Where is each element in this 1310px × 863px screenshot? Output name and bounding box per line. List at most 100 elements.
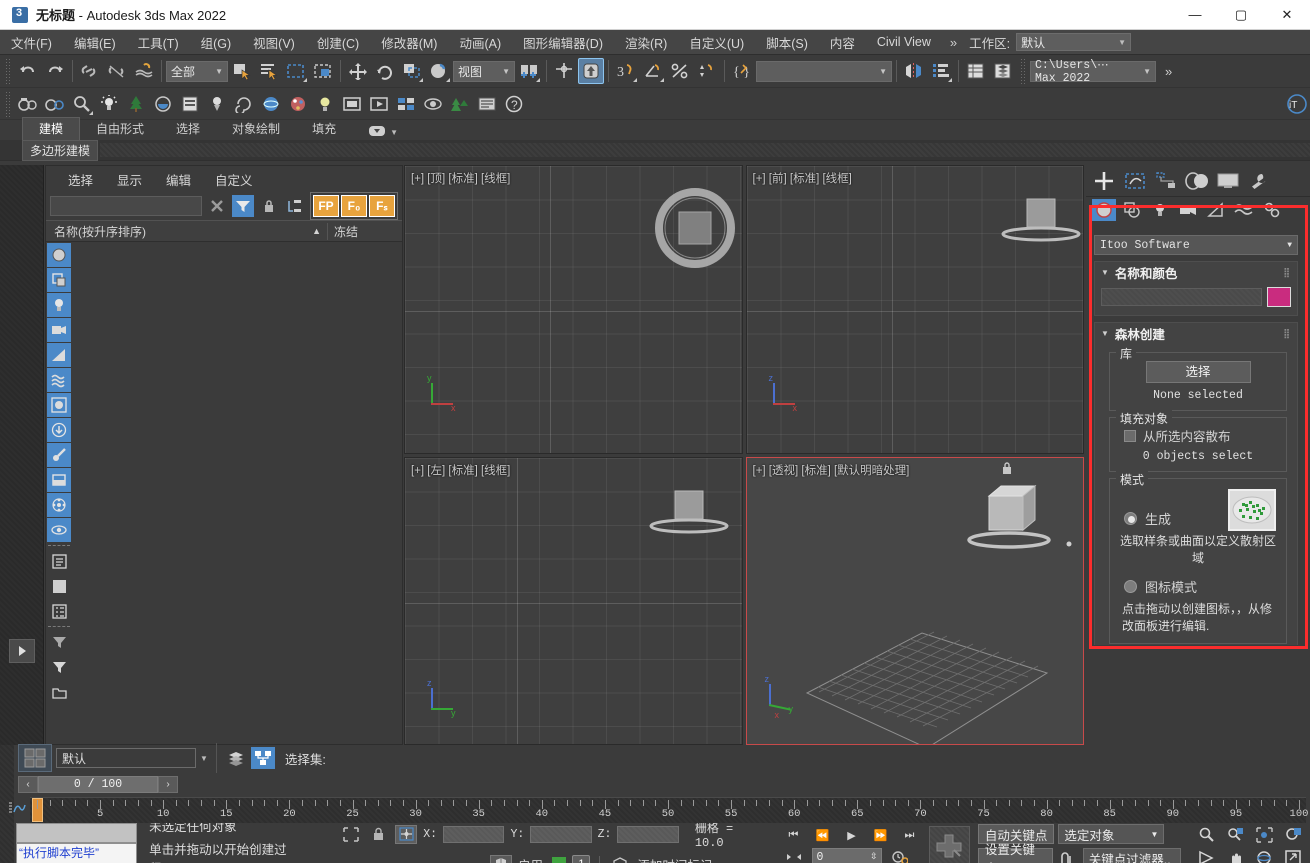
next-frame-button[interactable]: ›	[158, 776, 178, 793]
viewport-left[interactable]: [+] [左] [标准] [线框] z y	[404, 457, 743, 746]
viewport-perspective-label[interactable]: [+] [透视] [标准] [默认明暗处理]	[753, 462, 910, 478]
filter-icon[interactable]	[232, 195, 254, 217]
zoom-extents-all-icon[interactable]	[1282, 825, 1304, 844]
angle-snap-toggle-icon[interactable]	[640, 58, 666, 84]
layers-stack-icon[interactable]	[225, 748, 247, 768]
enable-status-dot[interactable]	[552, 857, 566, 863]
spiral-helper-icon[interactable]	[231, 91, 257, 117]
set-key-big-button[interactable]	[929, 826, 970, 863]
undo-icon[interactable]	[15, 58, 41, 84]
menu-rendering[interactable]: 渲染(R)	[614, 29, 678, 56]
viewport-left-label[interactable]: [+] [左] [标准] [线框]	[411, 462, 510, 478]
rollout-forest-create-header[interactable]: ▼ 森林创建 ⣿	[1095, 323, 1297, 343]
current-layer-combo[interactable]: 默认	[56, 748, 196, 768]
edit-named-selection-sets-icon[interactable]: { }	[729, 58, 755, 84]
prev-key-icon[interactable]: ⏪	[812, 826, 834, 844]
filter-bones-icon[interactable]	[47, 443, 71, 467]
minimize-button[interactable]: —	[1172, 0, 1218, 30]
tree-foliage-icon[interactable]	[123, 91, 149, 117]
close-button[interactable]: ✕	[1264, 0, 1310, 30]
material-editor-icon[interactable]	[150, 91, 176, 117]
rectangular-selection-region-icon[interactable]	[283, 58, 309, 84]
maximize-viewport-icon[interactable]	[1282, 848, 1304, 863]
toolbar-grip-3[interactable]	[5, 91, 11, 117]
tab-hierarchy-icon[interactable]	[1150, 167, 1181, 195]
set-key-button[interactable]: 设置关键点	[978, 848, 1053, 863]
explorer-menu-select[interactable]: 选择	[68, 170, 93, 189]
toggle-scene-explorer-icon[interactable]	[963, 58, 989, 84]
sphere-primitive-icon[interactable]	[258, 91, 284, 117]
explorer-menu-customize[interactable]: 自定义	[215, 170, 253, 189]
menu-create[interactable]: 创建(C)	[306, 29, 370, 56]
play-icon[interactable]: ▶	[841, 826, 863, 844]
curve-editor-icon[interactable]	[8, 801, 26, 818]
zoom-all-icon[interactable]	[1224, 825, 1246, 844]
key-filters-button[interactable]: 关键点过滤器..	[1083, 848, 1181, 863]
color-palette-icon[interactable]	[285, 91, 311, 117]
menu-content[interactable]: 内容	[819, 29, 866, 56]
select-object-icon[interactable]	[229, 58, 255, 84]
filter-groups-icon[interactable]	[47, 393, 71, 417]
menu-edit[interactable]: 编辑(E)	[63, 29, 127, 56]
tab-modify-icon[interactable]	[1119, 167, 1150, 195]
maximize-button[interactable]: ▢	[1218, 0, 1264, 30]
rollout-name-color-header[interactable]: ▼ 名称和颜色 ⣿	[1095, 262, 1297, 282]
filter-all-icon[interactable]	[47, 243, 71, 267]
time-tag-cube-icon[interactable]	[609, 855, 631, 863]
space-warps-category-icon[interactable]	[1232, 199, 1256, 221]
ribbon-display-icon[interactable]	[368, 125, 386, 140]
render-frame-window-icon[interactable]	[42, 91, 68, 117]
clear-search-icon[interactable]	[206, 195, 228, 217]
render-frame-icon[interactable]	[339, 91, 365, 117]
menu-overflow-icon[interactable]: »	[942, 35, 965, 50]
filter-lights-icon[interactable]	[47, 293, 71, 317]
lock-icon[interactable]	[258, 195, 280, 217]
use-pivot-point-center-icon[interactable]	[516, 58, 542, 84]
filter-helpers-icon[interactable]	[47, 343, 71, 367]
ribbon-tab-object-paint[interactable]: 对象绘制	[216, 118, 296, 140]
viewport-front-label[interactable]: [+] [前] [标准] [线框]	[753, 170, 852, 186]
viewport-lock-icon[interactable]	[1001, 462, 1013, 479]
scene-object-list[interactable]	[72, 242, 402, 744]
menu-scripting[interactable]: 脚本(S)	[755, 29, 819, 56]
object-name-input[interactable]	[1101, 288, 1262, 306]
enable-level-badge[interactable]: 1	[572, 855, 590, 863]
absolute-relative-toggle-icon[interactable]	[395, 825, 417, 844]
key-filters-icon[interactable]	[1057, 849, 1079, 863]
mirror-icon[interactable]	[901, 58, 927, 84]
key-target-combo[interactable]: 选定对象 ▼	[1058, 824, 1164, 844]
selection-filter-combo[interactable]: 全部 ▼	[166, 61, 228, 82]
add-time-tag-label[interactable]: 添加时间标记	[637, 855, 712, 863]
zoom-extents-icon[interactable]	[1253, 825, 1275, 844]
ribbon-tab-freeform[interactable]: 自由形式	[80, 118, 160, 140]
menu-file[interactable]: 文件(F)	[0, 29, 63, 56]
object-category-combo[interactable]: Itoo Software ▼	[1094, 235, 1298, 255]
render-production-icon[interactable]	[69, 91, 95, 117]
viewport-front[interactable]: [+] [前] [标准] [线框] z x	[746, 165, 1085, 454]
select-and-manipulate-icon[interactable]	[551, 58, 577, 84]
toolbar-grip-2[interactable]	[1020, 58, 1026, 84]
lights-category-icon[interactable]	[1148, 199, 1172, 221]
go-to-start-icon[interactable]: ⏮	[783, 826, 805, 844]
filter-xrefs-icon[interactable]	[47, 418, 71, 442]
maxscript-listener[interactable]: “执行脚本完毕”	[16, 823, 137, 863]
bind-to-space-warp-icon[interactable]	[131, 58, 157, 84]
select-and-rotate-icon[interactable]	[372, 58, 398, 84]
column-frozen[interactable]: 冻结	[328, 223, 402, 240]
snaps-3d-icon[interactable]: 3	[613, 58, 639, 84]
expand-panel-button[interactable]	[9, 639, 35, 663]
time-ruler[interactable]: 5101520253035404550556065707580859095100	[30, 797, 1306, 823]
layer-manager-icon[interactable]	[18, 744, 52, 772]
toolbar-grip[interactable]	[5, 58, 11, 84]
orbit-icon[interactable]	[1253, 848, 1275, 863]
workspace-combo[interactable]: 默认 ▼	[1016, 33, 1131, 51]
menu-animation[interactable]: 动画(A)	[448, 29, 512, 56]
coord-y-field[interactable]	[530, 826, 591, 843]
ribbon-tab-populate[interactable]: 填充	[296, 118, 352, 140]
menu-civil-view[interactable]: Civil View	[866, 31, 942, 53]
filter-simple-icon[interactable]	[47, 655, 71, 679]
time-configuration-icon[interactable]	[889, 848, 911, 863]
render-preview-icon[interactable]	[366, 91, 392, 117]
helpers-category-icon[interactable]	[1204, 199, 1228, 221]
explorer-menu-edit[interactable]: 编辑	[166, 170, 191, 189]
